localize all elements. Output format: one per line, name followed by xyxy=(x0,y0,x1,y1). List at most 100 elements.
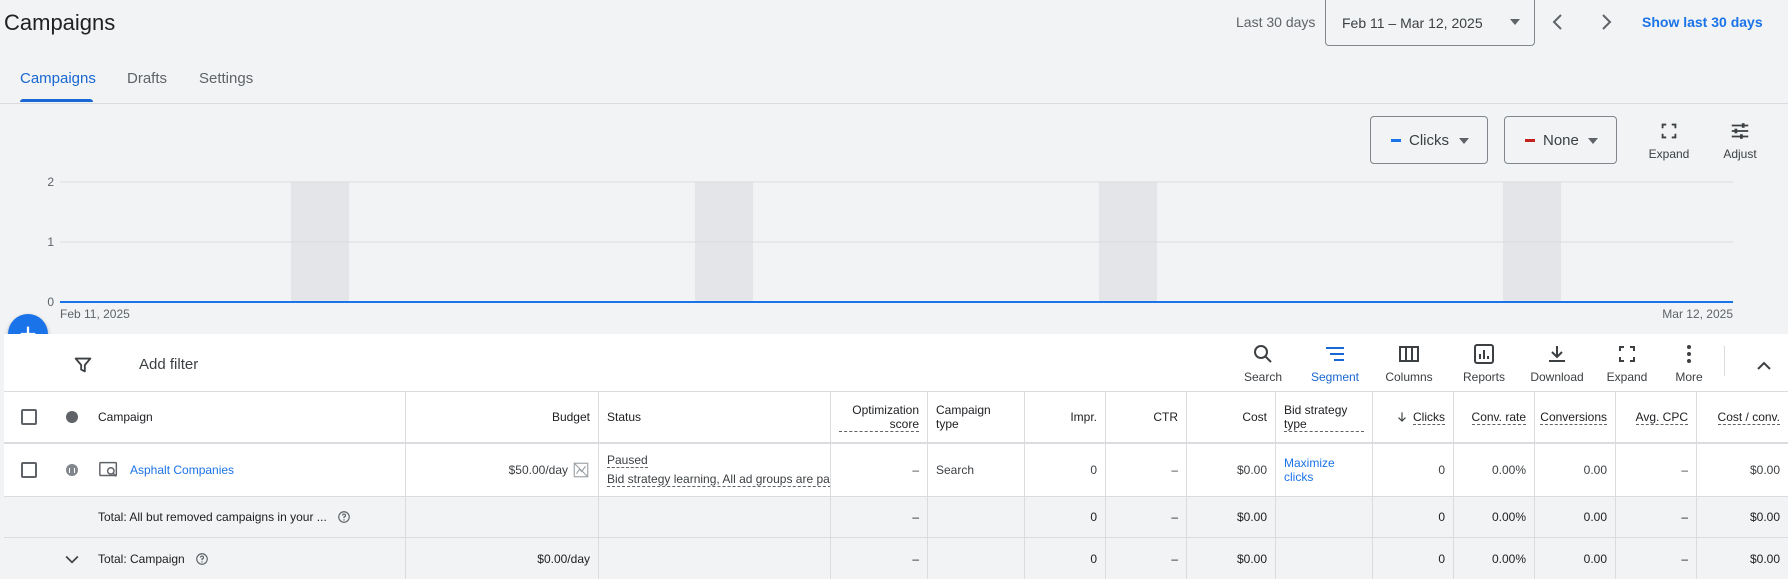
previous-period-button[interactable] xyxy=(1546,10,1570,34)
tab-settings[interactable]: Settings xyxy=(199,70,253,87)
help-icon[interactable] xyxy=(337,510,351,524)
chart-adjust-label: Adjust xyxy=(1723,147,1757,161)
tab-campaigns[interactable]: Campaigns xyxy=(20,70,96,87)
total-all-cost-per-conv: $0.00 xyxy=(1749,510,1780,524)
conversions-header-label: Conversions xyxy=(1540,409,1607,425)
performance-chart: 2 1 0 Feb 11, 2025 Mar 12, 2025 xyxy=(47,175,1733,321)
column-avg-cpc[interactable]: Avg. CPC xyxy=(1616,392,1697,442)
status-cell: Paused Bid strategy learning, All ad gro… xyxy=(599,444,831,496)
columns-button[interactable]: Columns xyxy=(1374,342,1444,384)
download-button[interactable]: Download xyxy=(1522,342,1592,384)
fullscreen-icon xyxy=(1661,123,1677,139)
metric-2-label: None xyxy=(1543,131,1579,149)
column-budget[interactable]: Budget xyxy=(406,392,599,442)
next-period-button[interactable] xyxy=(1594,10,1618,34)
campaign-name-link[interactable]: Asphalt Companies xyxy=(130,463,234,477)
row-status-cell xyxy=(54,444,90,496)
total-campaign-budget: $0.00/day xyxy=(406,538,599,579)
column-bid-strategy-type[interactable]: Bid strategy type xyxy=(1276,392,1373,442)
column-campaign-type[interactable]: Campaign type xyxy=(928,392,1025,442)
reports-button[interactable]: Reports xyxy=(1449,342,1519,384)
search-button[interactable]: Search xyxy=(1228,342,1298,384)
table-expand-label: Expand xyxy=(1606,370,1648,384)
filter-icon[interactable] xyxy=(72,354,94,376)
chart-off-icon[interactable] xyxy=(572,461,590,479)
column-optimization-score[interactable]: Optimization score xyxy=(831,392,928,442)
table-expand-button[interactable]: Expand xyxy=(1592,342,1662,384)
chevron-up-icon[interactable] xyxy=(1752,354,1776,378)
row-checkbox[interactable] xyxy=(21,462,37,478)
column-impr[interactable]: Impr. xyxy=(1025,392,1106,442)
chart-expand-label: Expand xyxy=(1648,147,1690,161)
more-button[interactable]: More xyxy=(1654,342,1724,384)
total-campaign-cost: $0.00 xyxy=(1187,538,1276,579)
total-all-label-cell: Total: All but removed campaigns in your… xyxy=(90,497,406,537)
date-range-label: Last 30 days xyxy=(1236,14,1316,30)
column-campaign[interactable]: Campaign xyxy=(90,392,406,442)
column-cost[interactable]: Cost xyxy=(1187,392,1276,442)
status-value[interactable]: Paused xyxy=(607,453,648,468)
chart-adjust-button[interactable]: Adjust xyxy=(1710,120,1770,161)
tune-icon xyxy=(1731,123,1749,139)
total-all-status-cell xyxy=(599,497,831,537)
select-all-cell xyxy=(4,392,54,442)
total-all-row: Total: All but removed campaigns in your… xyxy=(4,496,1788,537)
column-cost-per-conv[interactable]: Cost / conv. xyxy=(1697,392,1788,442)
column-ctr[interactable]: CTR xyxy=(1106,392,1187,442)
tab-drafts[interactable]: Drafts xyxy=(127,70,167,87)
search-campaign-icon xyxy=(99,461,118,477)
show-last-30-days-link[interactable]: Show last 30 days xyxy=(1642,14,1763,30)
column-conv-rate[interactable]: Conv. rate xyxy=(1454,392,1535,442)
status-detail[interactable]: Bid strategy learning, All ad groups are… xyxy=(607,472,830,487)
metric-1-swatch xyxy=(1391,138,1401,142)
chart-expand-button[interactable]: Expand xyxy=(1639,120,1699,161)
status-column-header xyxy=(54,392,90,442)
date-range-value: Feb 11 – Mar 12, 2025 xyxy=(1342,14,1483,31)
total-all-ctr: – xyxy=(1106,497,1187,537)
chevron-down-icon[interactable] xyxy=(62,548,82,570)
help-icon[interactable] xyxy=(195,552,209,566)
total-campaign-cost-per-conv: $0.00 xyxy=(1749,551,1780,566)
toolbar-divider xyxy=(1724,346,1725,376)
opt-score-cell: – xyxy=(831,444,928,496)
clicks-header-label: Clicks xyxy=(1413,409,1445,425)
reports-label: Reports xyxy=(1462,370,1506,384)
metric-2-select[interactable]: None xyxy=(1504,116,1617,164)
segment-icon xyxy=(1326,347,1344,361)
total-campaign-conv-rate: 0.00% xyxy=(1454,538,1535,579)
total-all-bid-cell xyxy=(1276,497,1373,537)
avg-cpc-header-label: Avg. CPC xyxy=(1635,409,1688,425)
select-all-checkbox[interactable] xyxy=(21,409,37,425)
metric-1-select[interactable]: Clicks xyxy=(1370,116,1488,164)
segment-label: Segment xyxy=(1310,370,1360,384)
total-campaign-status-cell xyxy=(599,538,831,579)
more-vert-icon xyxy=(1687,345,1691,363)
paused-status-icon[interactable] xyxy=(66,464,78,476)
arrow-down-icon xyxy=(1398,412,1406,422)
clicks-cell: 0 xyxy=(1373,444,1454,496)
total-campaign-opt-score: – xyxy=(831,538,928,579)
date-range-select[interactable]: Feb 11 – Mar 12, 2025 xyxy=(1325,0,1535,46)
add-filter-button[interactable]: Add filter xyxy=(139,356,198,373)
total-all-conversions: 0.00 xyxy=(1535,497,1616,537)
active-tab-indicator xyxy=(20,99,93,102)
total-campaign-bid-cell xyxy=(1276,538,1373,579)
budget-value: $50.00/day xyxy=(508,463,568,477)
cost-cell: $0.00 xyxy=(1187,444,1276,496)
total-campaign-clicks: 0 xyxy=(1373,538,1454,579)
bid-strategy-link[interactable]: Maximize clicks xyxy=(1284,456,1364,484)
search-icon xyxy=(1254,345,1272,363)
column-status[interactable]: Status xyxy=(599,392,831,442)
column-clicks[interactable]: Clicks xyxy=(1373,392,1454,442)
total-all-clicks: 0 xyxy=(1373,497,1454,537)
total-all-label: Total: All but removed campaigns in your… xyxy=(98,510,327,524)
avg-cpc-cell: – xyxy=(1616,444,1697,496)
conv-rate-cell: 0.00% xyxy=(1454,444,1535,496)
segment-button[interactable]: Segment xyxy=(1300,342,1370,384)
chevron-down-icon xyxy=(1510,19,1520,25)
search-label: Search xyxy=(1243,370,1283,384)
conversions-cell: 0.00 xyxy=(1535,444,1616,496)
table-row: Asphalt Companies $50.00/day Paused Bid … xyxy=(4,443,1788,496)
column-conversions[interactable]: Conversions xyxy=(1535,392,1616,442)
total-campaign-ctr: – xyxy=(1106,538,1187,579)
